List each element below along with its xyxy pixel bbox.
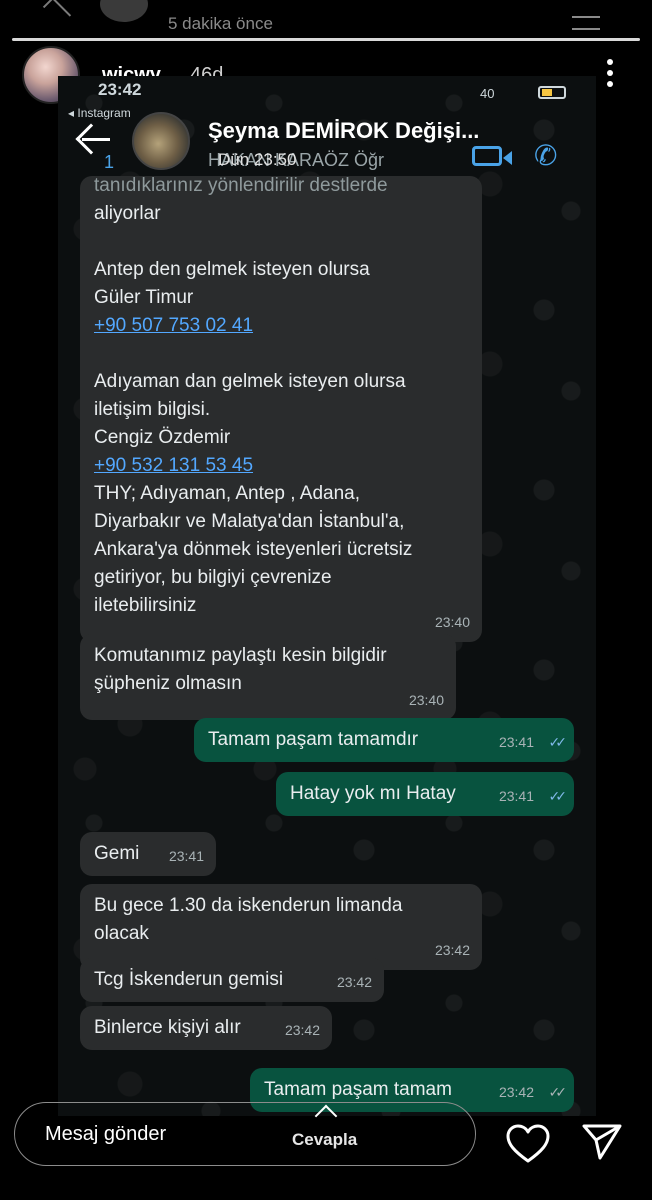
- chat-screenshot: 23:42 40 ◂ Instagram 1 Şeyma DEMİROK Değ…: [58, 76, 596, 1116]
- unread-count: 1: [104, 152, 115, 172]
- read-ticks-icon: ✓✓: [548, 734, 568, 750]
- story-progress-bar: [12, 38, 640, 41]
- message-bubble: Tamam paşam tamamdır 23:41 ✓✓: [194, 718, 574, 762]
- message-time: 23:42: [336, 974, 372, 990]
- chat-avatar: [132, 112, 190, 170]
- ghost-timestamp: 5 dakika önce: [168, 14, 273, 33]
- ghost-avatar: [100, 0, 148, 22]
- message-bubble: Komutanımız paylaştı kesin bilgidir şüph…: [80, 634, 456, 720]
- back-arrow-icon: [75, 123, 107, 155]
- message-time: 23:41: [168, 848, 204, 864]
- chat-title: Şeyma DEMİROK Değişi...: [208, 118, 480, 143]
- menu-icon: [572, 16, 600, 30]
- message-placeholder: Mesaj gönder: [45, 1123, 167, 1145]
- read-ticks-icon: ✓✓: [548, 788, 568, 804]
- top-remnant: 5 dakika önce: [0, 0, 652, 40]
- signal-indicator: 40: [480, 86, 495, 101]
- message-time: 23:40: [408, 692, 444, 708]
- read-ticks-icon: ✓✓: [548, 1084, 568, 1100]
- battery-icon: [538, 86, 566, 99]
- phone-status-bar: 23:42 40: [58, 76, 596, 104]
- message-bubble: tanıdıklarınız yönlendirilir destlerde a…: [80, 175, 482, 642]
- heart-icon[interactable]: [506, 1124, 550, 1164]
- message-bubble: Hatay yok mı Hatay 23:41 ✓✓: [276, 772, 574, 816]
- message-time: 23:42: [498, 1084, 534, 1100]
- message-time: 23:42: [284, 1022, 320, 1038]
- message-bubble: Gemi 23:41: [80, 832, 216, 876]
- send-icon[interactable]: [580, 1122, 624, 1162]
- message-bubble: Tcg İskenderun gemisi 23:42: [80, 958, 384, 1002]
- chevron-up-icon: [42, 0, 72, 26]
- video-call-icon: [472, 146, 502, 166]
- message-time: 23:40: [434, 614, 470, 630]
- reply-button[interactable]: Cevapla: [292, 1130, 357, 1150]
- message-input[interactable]: Mesaj gönder: [14, 1102, 476, 1166]
- phone-link: +90 532 131 53 45: [94, 455, 254, 476]
- message-time: 23:42: [434, 942, 470, 958]
- more-icon[interactable]: [600, 56, 620, 92]
- chat-last-seen: Dün 23:50: [218, 150, 297, 169]
- message-time: 23:41: [498, 734, 534, 750]
- phone-clock: 23:42: [98, 80, 142, 99]
- message-bubble: Binlerce kişiyi alır 23:42: [80, 1006, 332, 1050]
- phone-call-icon: ✆: [534, 140, 558, 171]
- phone-link: +90 507 753 02 41: [94, 315, 254, 336]
- message-time: 23:41: [498, 788, 534, 804]
